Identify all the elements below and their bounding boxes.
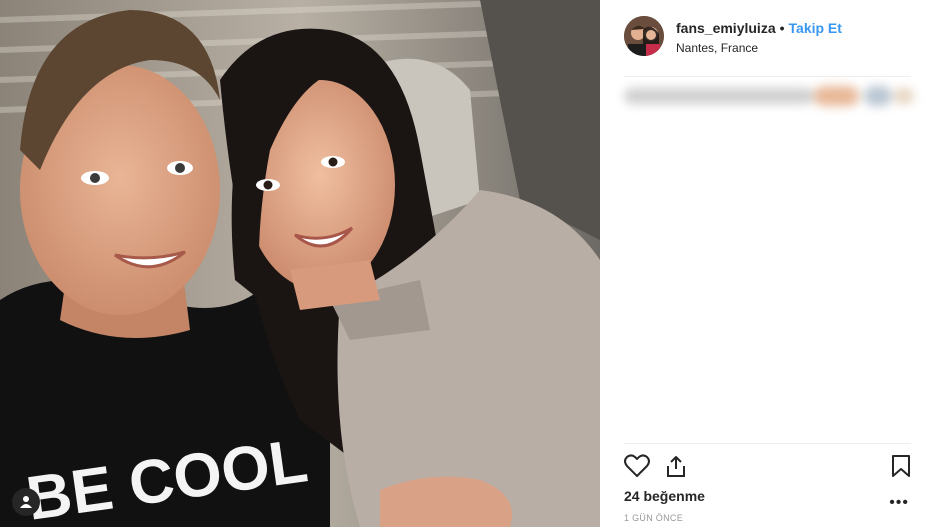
user-tag-icon <box>20 496 32 508</box>
avatar[interactable] <box>624 16 664 56</box>
likes-count[interactable]: 24 beğenme <box>624 488 705 504</box>
action-bar <box>624 443 911 477</box>
separator-dot: • <box>779 20 785 36</box>
post-photo[interactable]: BE COOL <box>0 0 600 527</box>
more-options-icon[interactable]: ••• <box>889 494 909 512</box>
post-header: fans_emiyluiza • Takip Et Nantes, France <box>624 16 911 77</box>
bookmark-icon[interactable] <box>891 454 911 478</box>
post-photo-image: BE COOL <box>0 0 600 527</box>
avatar-image <box>624 16 664 56</box>
post-timestamp: 1 GÜN ÖNCE <box>624 513 684 523</box>
location-link[interactable]: Nantes, France <box>676 41 758 55</box>
tagged-users-button[interactable] <box>12 488 40 516</box>
follow-button[interactable]: Takip Et <box>789 20 842 36</box>
post-sidebar: fans_emiyluiza • Takip Et Nantes, France 2… <box>600 0 933 527</box>
heart-icon[interactable] <box>624 454 650 478</box>
username-link[interactable]: fans_emiyluiza <box>676 20 776 36</box>
blurred-comment <box>624 86 914 106</box>
share-icon[interactable] <box>664 454 688 478</box>
post-author-line: fans_emiyluiza • Takip Et <box>676 20 842 36</box>
